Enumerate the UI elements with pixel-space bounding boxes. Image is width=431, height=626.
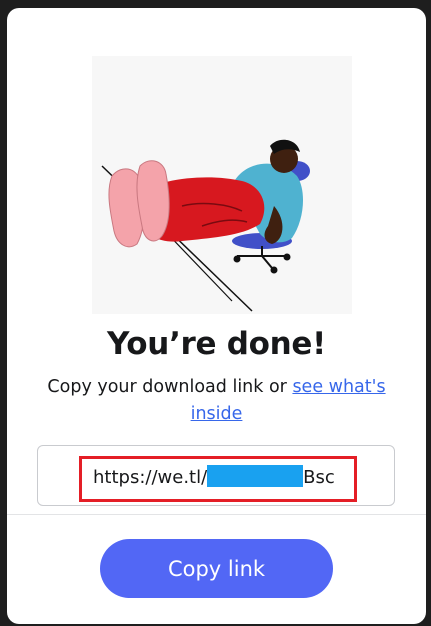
illustration-reclining-person bbox=[92, 56, 352, 314]
subtitle-text: Copy your download link or bbox=[47, 377, 293, 397]
download-link-text[interactable]: https://we.tl/Bsc bbox=[93, 465, 335, 490]
link-prefix: https://we.tl/ bbox=[93, 467, 208, 488]
redacted-link-segment bbox=[207, 465, 304, 487]
person-reclining-illustration-icon bbox=[101, 139, 310, 312]
link-suffix: Bsc bbox=[303, 467, 335, 488]
page-title: You’re done! bbox=[107, 326, 326, 362]
subtitle: Copy your download link or see what's in… bbox=[47, 374, 386, 428]
transfer-complete-dialog: You’re done! Copy your download link or … bbox=[7, 8, 426, 624]
copy-link-button[interactable]: Copy link bbox=[100, 539, 333, 598]
divider bbox=[7, 514, 426, 515]
